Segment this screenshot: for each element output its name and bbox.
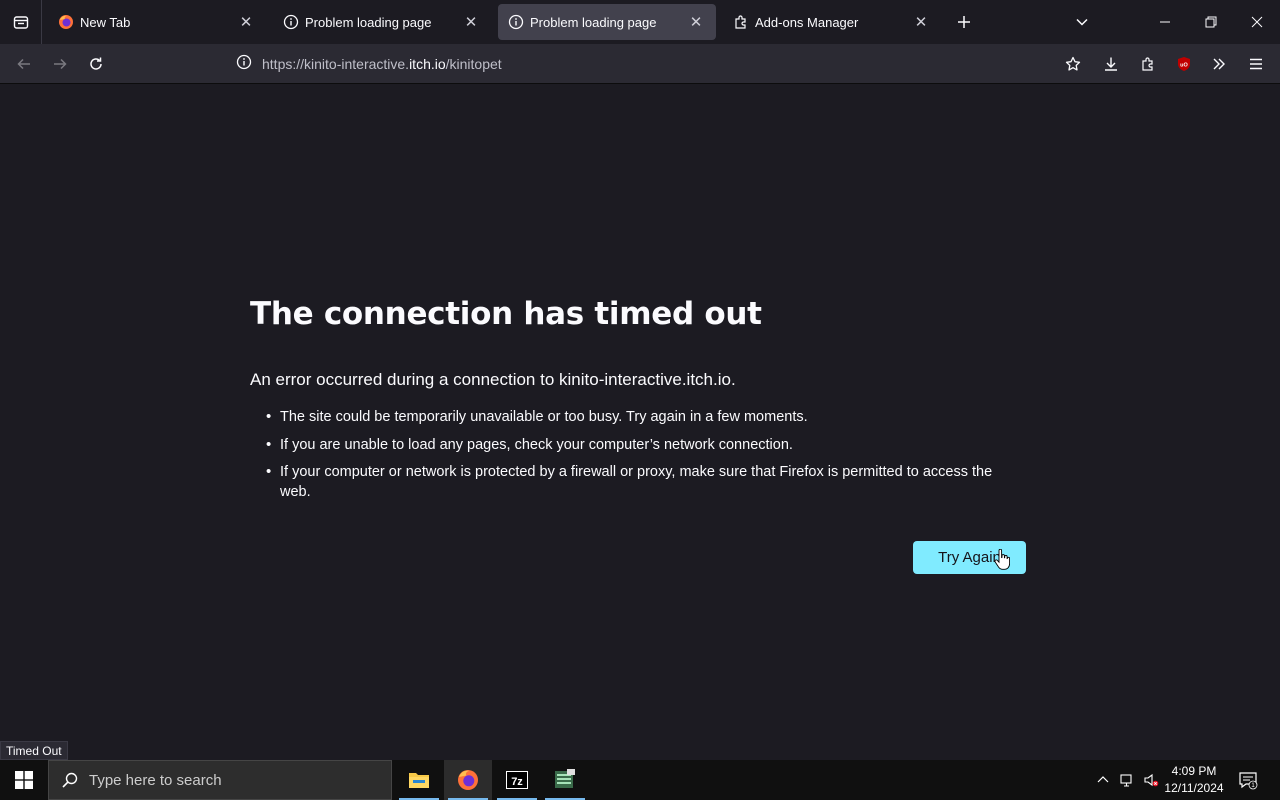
close-window-button[interactable]	[1234, 0, 1280, 44]
list-item: If you are unable to load any pages, che…	[266, 435, 1025, 455]
start-button[interactable]	[0, 760, 48, 800]
puzzle-icon	[733, 14, 749, 30]
firefox-icon	[58, 14, 74, 30]
tab-strip: New Tab ✕ Problem loading page ✕ Problem…	[0, 0, 1280, 44]
search-placeholder: Type here to search	[89, 771, 222, 789]
taskbar-7zip[interactable]: 7z	[493, 760, 541, 800]
app-menu-button[interactable]	[1240, 48, 1272, 80]
forward-button[interactable]	[44, 48, 76, 80]
clock-date: 12/11/2024	[1164, 781, 1224, 795]
forward-arrow-icon	[54, 58, 67, 70]
list-item: If your computer or network is protected…	[266, 462, 1025, 502]
tab-problem-loading-2[interactable]: Problem loading page ✕	[498, 4, 716, 40]
info-icon	[508, 14, 524, 30]
network-icon	[1120, 774, 1132, 787]
download-icon	[1105, 57, 1117, 71]
downloads-button[interactable]	[1095, 48, 1127, 80]
clock-time: 4:09 PM	[1171, 764, 1217, 778]
reload-icon	[90, 57, 102, 70]
chevron-down-icon	[1076, 18, 1088, 26]
restore-icon	[1205, 16, 1217, 28]
url-bar[interactable]: https://kinito-interactive.itch.io/kinit…	[228, 48, 1098, 80]
url-text: https://kinito-interactive.itch.io/kinit…	[262, 56, 502, 72]
tab-new-tab[interactable]: New Tab ✕	[48, 4, 266, 40]
error-title: The connection has timed out	[250, 296, 762, 332]
taskbar-file-explorer[interactable]	[395, 760, 443, 800]
close-tab-icon[interactable]: ✕	[461, 12, 481, 32]
svg-text:7z: 7z	[511, 776, 523, 788]
puzzle-icon	[1142, 57, 1153, 71]
folder-icon	[409, 773, 429, 788]
application-window-icon	[555, 769, 575, 788]
show-hidden-icons-button[interactable]	[1093, 760, 1113, 800]
7zip-icon: 7z	[506, 771, 528, 789]
hamburger-menu-icon	[1250, 58, 1262, 70]
mouse-pointer-hand-icon	[994, 549, 1010, 570]
tab-label: Problem loading page	[305, 14, 432, 30]
new-tab-button[interactable]	[952, 10, 976, 34]
close-icon	[1251, 16, 1263, 28]
back-arrow-icon	[17, 58, 30, 70]
windows-logo-icon	[15, 771, 33, 789]
plus-icon	[958, 16, 970, 28]
minimize-button[interactable]	[1142, 0, 1188, 44]
chevron-up-icon	[1097, 776, 1109, 783]
ublock-origin-button[interactable]: uO	[1168, 48, 1200, 80]
tab-label: Add-ons Manager	[755, 14, 859, 30]
back-button[interactable]	[8, 48, 40, 80]
list-all-tabs-button[interactable]	[1070, 10, 1094, 34]
taskbar-firefox[interactable]	[444, 760, 492, 800]
firefox-view-button[interactable]	[0, 0, 42, 44]
svg-text:uO: uO	[1180, 63, 1188, 69]
bookmark-star-button[interactable]	[1057, 48, 1089, 80]
close-tab-icon[interactable]: ✕	[686, 12, 706, 32]
tab-problem-loading-1[interactable]: Problem loading page ✕	[273, 4, 491, 40]
url-host: itch.io	[409, 56, 446, 72]
windows-taskbar: Type here to search 7z 4:09 PM 12/11/202…	[0, 760, 1280, 800]
volume-tray-button[interactable]	[1140, 760, 1162, 800]
close-tab-icon[interactable]: ✕	[911, 12, 931, 32]
reload-button[interactable]	[80, 48, 112, 80]
navigation-toolbar: https://kinito-interactive.itch.io/kinit…	[0, 44, 1280, 84]
error-intro: An error occurred during a connection to…	[250, 370, 736, 389]
minimize-icon	[1160, 21, 1170, 23]
list-item: The site could be temporarily unavailabl…	[266, 407, 1025, 427]
tab-addons-manager[interactable]: Add-ons Manager ✕	[723, 4, 941, 40]
volume-muted-icon	[1144, 773, 1159, 787]
taskbar-app[interactable]	[541, 760, 589, 800]
url-path: /kinitopet	[445, 56, 502, 72]
info-icon	[283, 14, 299, 30]
ublock-shield-icon: uO	[1178, 57, 1190, 71]
chevron-double-right-icon	[1213, 58, 1225, 70]
status-panel: Timed Out	[0, 741, 68, 760]
site-info-icon[interactable]	[236, 54, 252, 75]
firefox-view-icon	[13, 16, 28, 29]
error-page-content: The connection has timed out An error oc…	[250, 296, 1030, 510]
close-tab-icon[interactable]: ✕	[236, 12, 256, 32]
tab-label: Problem loading page	[530, 14, 657, 30]
tab-label: New Tab	[80, 14, 131, 30]
more-tools-button[interactable]	[1203, 48, 1235, 80]
error-reasons-list: The site could be temporarily unavailabl…	[250, 407, 1030, 502]
star-icon	[1065, 56, 1081, 71]
taskbar-clock[interactable]: 4:09 PM 12/11/2024	[1160, 763, 1228, 797]
restore-button[interactable]	[1188, 0, 1234, 44]
extensions-button[interactable]	[1132, 48, 1164, 80]
action-center-button[interactable]: 1	[1232, 760, 1264, 800]
url-prefix: https://kinito-interactive.	[262, 56, 410, 72]
search-icon	[62, 772, 78, 788]
network-tray-button[interactable]	[1116, 760, 1138, 800]
notification-icon: 1	[1239, 772, 1258, 790]
taskbar-search-box[interactable]: Type here to search	[48, 760, 392, 800]
firefox-icon	[458, 770, 478, 790]
